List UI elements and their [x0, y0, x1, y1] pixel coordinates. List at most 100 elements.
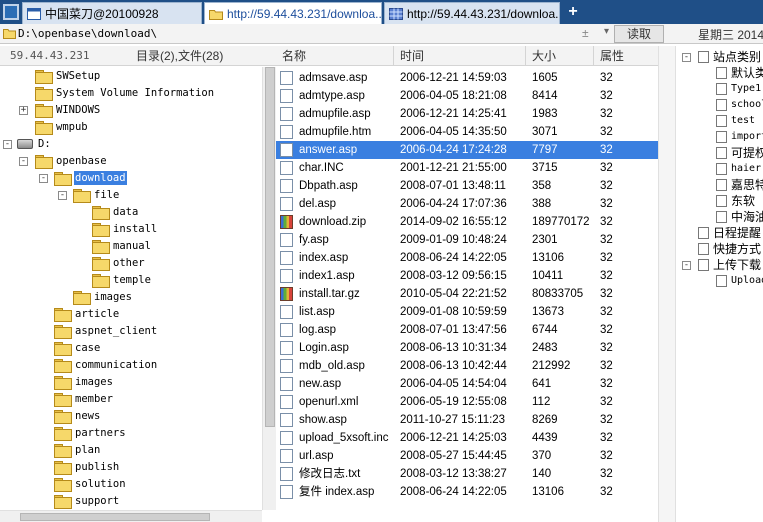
column-name[interactable]: 名称 — [276, 46, 394, 66]
tab-database[interactable]: http://59.44.43.231/downloa... — [384, 2, 560, 24]
site-item[interactable]: import — [716, 129, 763, 145]
scrollbar-thumb[interactable] — [265, 67, 275, 427]
tree-item[interactable]: temple — [92, 271, 152, 288]
path-input[interactable]: D:\openbase\download\ — [18, 26, 157, 42]
tree-item[interactable]: plan — [54, 441, 101, 458]
folder-icon — [92, 239, 110, 254]
site-item[interactable]: 默认类 — [716, 65, 763, 81]
transfer-category[interactable]: 上传下载 — [698, 257, 761, 273]
file-row[interactable]: del.asp 2006-04-24 17:07:36 388 32 — [276, 195, 658, 213]
file-row[interactable]: fy.asp 2009-01-09 10:48:24 2301 32 — [276, 231, 658, 249]
tab-chopper[interactable]: 中国菜刀@20100928 — [22, 2, 202, 24]
tree-item[interactable]: support — [54, 492, 120, 509]
app-icon[interactable] — [3, 4, 19, 20]
file-time: 2014-09-02 16:55:12 — [400, 216, 507, 228]
file-row[interactable]: admsave.asp 2006-12-21 14:59:03 1605 32 — [276, 69, 658, 87]
collapse-toggle[interactable]: - — [682, 261, 691, 270]
file-row[interactable]: install.tar.gz 2010-05-04 22:21:52 8083370… — [276, 285, 658, 303]
file-row[interactable]: admupfile.htm 2006-04-05 14:35:50 3071 32 — [276, 123, 658, 141]
collapse-toggle[interactable]: - — [58, 191, 67, 200]
file-row[interactable]: 复件 index.asp 2008-06-24 14:22:05 13106 32 — [276, 483, 658, 501]
site-item[interactable]: haier — [716, 161, 761, 177]
column-attr[interactable]: 属性 — [594, 46, 658, 66]
schedule-reminder[interactable]: 日程提醒 — [698, 225, 761, 241]
site-item[interactable]: 可提权 — [716, 145, 763, 161]
tree-item[interactable]: communication — [54, 356, 158, 373]
file-row[interactable]: admtype.asp 2006-04-05 18:21:08 8414 32 — [276, 87, 658, 105]
file-row[interactable]: mdb_old.asp 2008-06-13 10:42:44 212992 32 — [276, 357, 658, 375]
tree-item[interactable]: SWSetup — [35, 67, 101, 84]
tree-item[interactable]: file — [73, 186, 120, 203]
tree-item[interactable]: publish — [54, 458, 120, 475]
file-row[interactable]: log.asp 2008-07-01 13:47:56 6744 32 — [276, 321, 658, 339]
file-row[interactable]: new.asp 2006-04-05 14:54:04 641 32 — [276, 375, 658, 393]
file-row[interactable]: upload_5xsoft.inc 2006-12-21 14:25:03 4439… — [276, 429, 658, 447]
updown-icon[interactable]: ± — [582, 26, 589, 40]
site-item[interactable]: Type1 — [716, 81, 761, 97]
collapse-toggle[interactable]: - — [3, 140, 12, 149]
tree-item[interactable]: partners — [54, 424, 127, 441]
tree-item-selected[interactable]: download — [54, 169, 127, 186]
site-item[interactable]: 嘉思特 — [716, 177, 763, 193]
file-row-selected[interactable]: answer.asp 2006-04-24 17:24:28 7797 32 — [276, 141, 658, 159]
tree-item[interactable]: article — [54, 305, 120, 322]
file-row[interactable]: 修改日志.txt 2008-03-12 13:38:27 140 32 — [276, 465, 658, 483]
site-item[interactable]: school — [716, 97, 763, 113]
scrollbar-thumb[interactable] — [20, 513, 210, 521]
chevron-down-icon[interactable]: ▾ — [604, 26, 609, 37]
file-row[interactable]: openurl.xml 2006-05-19 12:55:08 112 32 — [276, 393, 658, 411]
folder-icon — [54, 460, 72, 475]
site-label: 站点类别 — [713, 50, 762, 64]
tree-item[interactable]: images — [54, 373, 114, 390]
site-item[interactable]: 中海油 — [716, 209, 763, 225]
file-row[interactable]: Login.asp 2008-06-13 10:31:34 2483 32 — [276, 339, 658, 357]
file-row[interactable]: index.asp 2008-06-24 14:22:05 13106 32 — [276, 249, 658, 267]
file-row[interactable]: char.INC 2001-12-21 21:55:00 3715 32 — [276, 159, 658, 177]
file-size: 1605 — [532, 72, 558, 84]
file-row[interactable]: Dbpath.asp 2008-07-01 13:48:11 358 32 — [276, 177, 658, 195]
collapse-toggle[interactable]: - — [19, 157, 28, 166]
read-button[interactable]: 读取 — [614, 25, 664, 43]
site-item[interactable]: test — [716, 113, 755, 129]
new-tab-button[interactable]: + — [566, 2, 580, 22]
file-list-scrollbar[interactable] — [658, 46, 676, 522]
tree-item[interactable]: WINDOWS — [35, 101, 101, 118]
tree-item[interactable]: install — [92, 220, 158, 237]
tree-item-label: WINDOWS — [56, 103, 101, 116]
shortcuts[interactable]: 快捷方式 — [698, 241, 761, 257]
tree-item[interactable]: other — [92, 254, 146, 271]
file-row[interactable]: show.asp 2011-10-27 15:11:23 8269 32 — [276, 411, 658, 429]
file-row[interactable]: list.asp 2009-01-08 10:59:59 13673 32 — [276, 303, 658, 321]
collapse-toggle[interactable]: - — [39, 174, 48, 183]
tree-item[interactable]: case — [54, 339, 101, 356]
tree-item[interactable]: aspnet_client — [54, 322, 158, 339]
collapse-toggle[interactable]: - — [682, 53, 691, 62]
file-icon — [280, 449, 293, 463]
tree-item-label: SWSetup — [56, 69, 101, 82]
tree-item[interactable]: manual — [92, 237, 152, 254]
file-row[interactable]: index1.asp 2008-03-12 09:56:15 10411 32 — [276, 267, 658, 285]
column-time[interactable]: 时间 — [394, 46, 526, 66]
tree-item[interactable]: System Volume Information — [35, 84, 215, 101]
tree-item[interactable]: member — [54, 390, 114, 407]
tree-item[interactable]: news — [54, 407, 101, 424]
tree-item[interactable]: data — [92, 203, 139, 220]
tree-vertical-scrollbar[interactable] — [262, 67, 276, 510]
folder-icon — [35, 86, 53, 101]
tree-item[interactable]: openbase — [35, 152, 108, 169]
tree-horizontal-scrollbar[interactable] — [0, 510, 262, 522]
tree-item[interactable]: wmpub — [35, 118, 89, 135]
tree-item-drive[interactable]: D: — [17, 135, 52, 152]
transfer-item[interactable]: Upload — [716, 273, 763, 289]
file-row[interactable]: download.zip 2014-09-02 16:55:12 189770172… — [276, 213, 658, 231]
column-size[interactable]: 大小 — [526, 46, 594, 66]
expand-toggle[interactable]: + — [19, 106, 28, 115]
tree-item[interactable]: images — [73, 288, 133, 305]
file-row[interactable]: url.asp 2008-05-27 15:44:45 370 32 — [276, 447, 658, 465]
site-item[interactable]: 东软 — [716, 193, 755, 209]
file-time: 2006-04-05 14:35:50 — [400, 126, 507, 138]
tree-item[interactable]: solution — [54, 475, 127, 492]
site-category[interactable]: 站点类别 — [698, 49, 761, 65]
tab-file-manager[interactable]: http://59.44.43.231/downloa... — [204, 2, 382, 24]
file-row[interactable]: admupfile.asp 2006-12-21 14:25:41 1983 32 — [276, 105, 658, 123]
